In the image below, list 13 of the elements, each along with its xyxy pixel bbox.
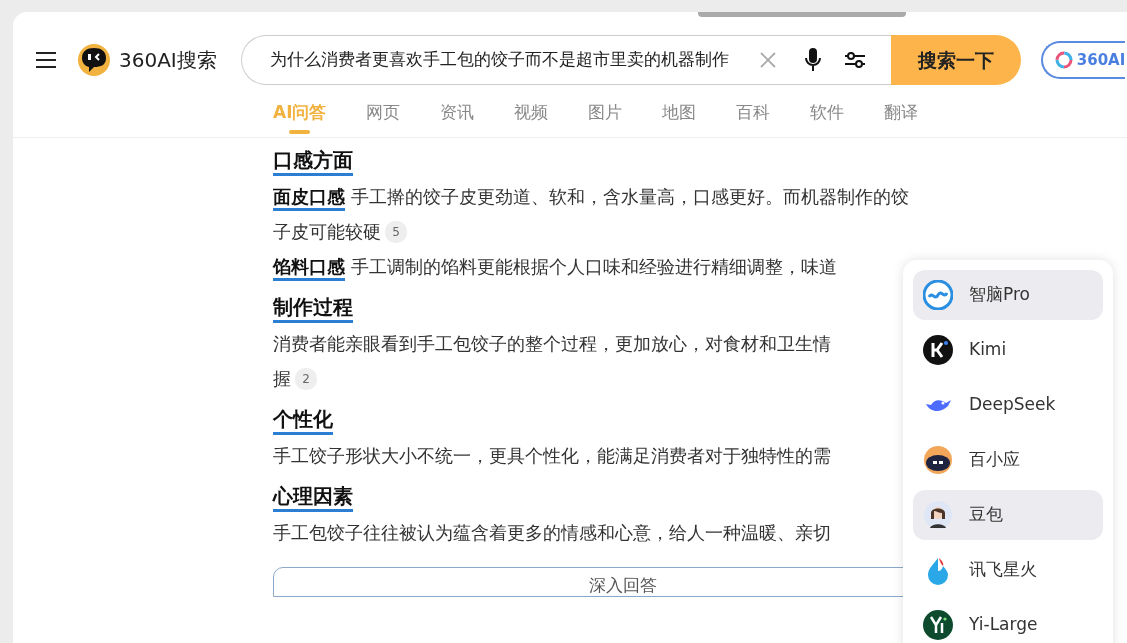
paragraph-text: 手工包饺子往往被认为蕴含着更多的情感和心意，给人一种温暖、亲切 [273,523,831,543]
section-heading: 口感方面 [273,148,353,176]
paragraph-text: 手工调制的馅料更能根据个人口味和经验进行精细调整，味道 [351,257,837,277]
term-label: 馅料口感 [273,257,345,281]
paragraph-text: 手工饺子形状大小不统一，更具个性化，能满足消费者对于独特性的需 [273,446,831,466]
paragraph-text: 手工擀的饺子皮更劲道、软和，含水量高，口感更好。而机器制作的饺 [351,187,909,207]
paragraph-text: 子皮可能较硬 [273,222,381,242]
paragraph-text: 握 [273,369,291,389]
section-heading: 制作过程 [273,295,353,323]
section-heading: 个性化 [273,407,333,435]
section-heading: 心理因素 [273,484,353,512]
term-label: 面皮口感 [273,187,345,211]
paragraph-text: 消费者能亲眼看到手工包饺子的整个过程，更加放心，对食材和卫生情 [273,334,831,354]
